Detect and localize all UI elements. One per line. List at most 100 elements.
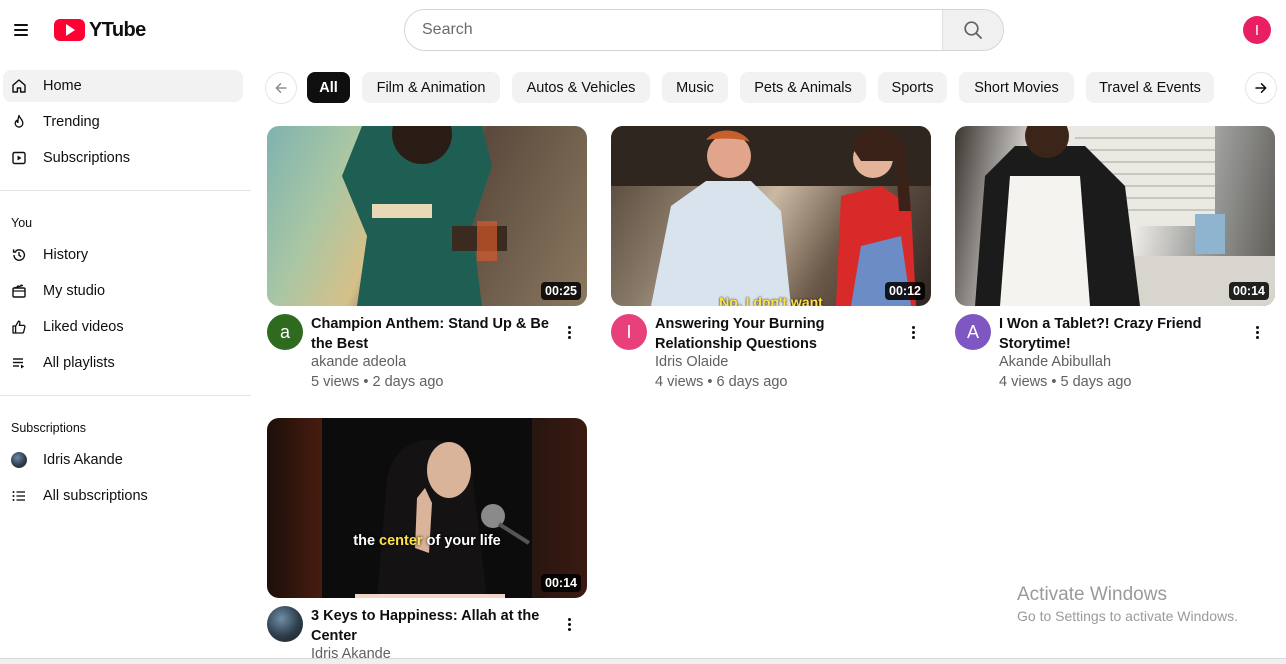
sidebar-heading-subscriptions: Subscriptions [11,421,87,435]
thumbs-up-icon [11,319,27,335]
sidebar-item-home[interactable]: Home [3,70,243,102]
playlist-icon [11,355,27,371]
sidebar-item-channel-idris-akande[interactable]: Idris Akande [3,444,243,476]
sidebar-divider [0,190,251,191]
chip-music[interactable]: Music [662,72,728,103]
video-duration: 00:12 [885,282,925,300]
video-title[interactable]: Answering Your Burning Relationship Ques… [655,314,900,354]
top-header: YTube I [0,0,1286,62]
sidebar-item-subscriptions[interactable]: Subscriptions [3,142,243,174]
chip-sports[interactable]: Sports [878,72,947,103]
watermark-subtitle: Go to Settings to activate Windows. [1017,608,1238,624]
upload-age: 2 days ago [372,374,444,390]
sidebar-divider [0,395,251,396]
arrow-left-icon [275,83,287,93]
home-icon [11,78,27,94]
chip-film-animation[interactable]: Film & Animation [362,72,500,103]
video-thumbnail[interactable]: 00:25 [267,126,587,306]
sidebar-item-label: My studio [43,283,106,299]
upload-age: 6 days ago [716,374,788,390]
sidebar-item-liked-videos[interactable]: Liked videos [3,311,243,343]
video-duration: 00:14 [541,574,581,592]
sidebar-item-all-playlists[interactable]: All playlists [3,347,243,379]
chips-scroll-right-button[interactable] [1245,72,1277,104]
sidebar-item-history[interactable]: History [3,239,243,271]
video-card: the center of your life 00:14 3 Keys to … [267,418,587,664]
more-options-icon[interactable] [1251,320,1263,344]
thumbnail-caption: No, I don't want [719,294,823,306]
video-stats: 4 views • 6 days ago [655,374,788,390]
search-bar [404,9,1004,51]
subscriptions-icon [11,150,27,166]
sidebar-item-trending[interactable]: Trending [3,106,243,138]
channel-avatar[interactable]: a [267,314,303,350]
search-icon [964,21,982,39]
sidebar-item-label: All subscriptions [43,488,148,504]
video-title[interactable]: 3 Keys to Happiness: Allah at the Center [311,606,556,646]
chip-short-movies[interactable]: Short Movies [959,72,1074,103]
category-chips: All Film & Animation Autos & Vehicles Mu… [265,71,1280,104]
channel-name[interactable]: Idris Olaide [655,354,728,370]
video-title[interactable]: I Won a Tablet?! Crazy Friend Storytime! [999,314,1244,354]
window-bottom-edge [0,658,1286,664]
video-duration: 00:25 [541,282,581,300]
thumbnail-image [611,126,931,306]
sidebar-item-label: Idris Akande [43,452,123,468]
sidebar-item-all-subscriptions[interactable]: All subscriptions [3,480,243,512]
video-card: 00:25 a Champion Anthem: Stand Up & Be t… [267,126,587,396]
flame-icon [11,114,27,130]
chip-all[interactable]: All [307,72,350,103]
studio-icon [11,283,27,299]
activate-windows-watermark: Activate Windows Go to Settings to activ… [1017,584,1238,624]
video-title[interactable]: Champion Anthem: Stand Up & Be the Best [311,314,556,354]
video-stats: 4 views • 5 days ago [999,374,1132,390]
sidebar-item-my-studio[interactable]: My studio [3,275,243,307]
sidebar-item-label: Subscriptions [43,150,131,166]
menu-icon[interactable] [8,16,34,44]
video-duration: 00:14 [1229,282,1269,300]
video-thumbnail[interactable]: No, I don't want 00:12 [611,126,931,306]
chip-pets-animals[interactable]: Pets & Animals [740,72,866,103]
chips-scroll-left-button[interactable] [265,72,297,104]
sidebar-item-label: History [43,247,89,263]
view-count: 4 views [655,374,704,390]
upload-age: 5 days ago [1060,374,1132,390]
channel-name[interactable]: akande adeola [311,354,406,370]
video-card: 00:14 A I Won a Tablet?! Crazy Friend St… [955,126,1275,396]
search-input[interactable] [405,10,942,50]
logo[interactable]: YTube [54,18,146,42]
channel-name[interactable]: Akande Abibullah [999,354,1111,370]
chip-autos-vehicles[interactable]: Autos & Vehicles [512,72,650,103]
sidebar-heading-you: You [11,216,33,230]
arrow-right-icon [1255,83,1267,93]
chip-travel-events[interactable]: Travel & Events [1086,72,1214,103]
thumbnail-image [975,126,1275,306]
video-thumbnail[interactable]: the center of your life 00:14 [267,418,587,598]
channel-avatar [11,452,27,468]
sidebar-item-label: Trending [43,114,100,130]
sidebar-item-label: Liked videos [43,319,124,335]
play-logo-icon [54,19,85,41]
channel-avatar[interactable] [267,606,303,642]
thumbnail-image [322,418,532,598]
video-stats: 5 views • 2 days ago [311,374,444,390]
account-avatar[interactable]: I [1243,16,1271,44]
logo-text: YTube [89,18,146,41]
channel-avatar[interactable]: I [611,314,647,350]
list-icon [11,488,27,504]
search-button[interactable] [942,10,1003,50]
video-card: No, I don't want 00:12 I Answering Your … [611,126,931,396]
video-thumbnail[interactable]: 00:14 [955,126,1275,306]
channel-avatar[interactable]: A [955,314,991,350]
watermark-title: Activate Windows [1017,584,1167,605]
sidebar-item-label: Home [43,78,82,94]
sidebar-item-label: All playlists [43,355,115,371]
more-options-icon[interactable] [563,612,575,636]
thumbnail-caption: the center of your life [353,533,501,549]
history-icon [11,247,27,263]
sidebar: Home Trending Subscriptions You History … [0,62,251,664]
more-options-icon[interactable] [907,320,919,344]
view-count: 5 views [311,374,360,390]
more-options-icon[interactable] [563,320,575,344]
thumbnail-image [342,126,507,306]
